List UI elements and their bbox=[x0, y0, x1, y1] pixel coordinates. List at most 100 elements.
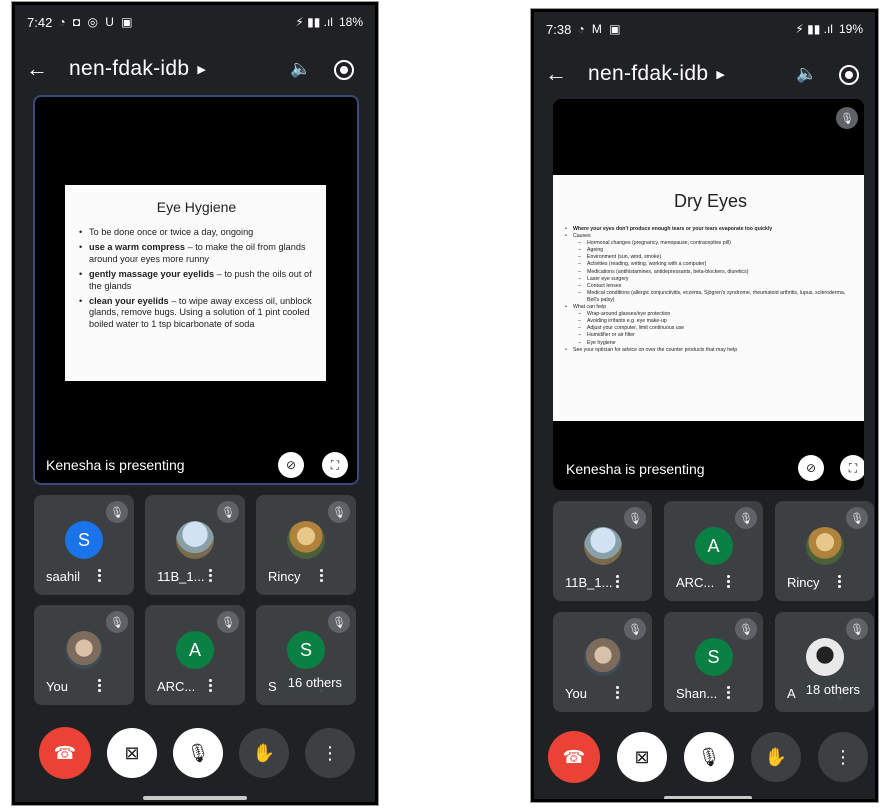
bullet-marker: – bbox=[578, 254, 581, 261]
slide-line: – Laser eye surgery bbox=[563, 276, 858, 283]
presentation-tile[interactable]: 🎙 Dry Eyes • Where your eyes don't produc… bbox=[553, 99, 864, 490]
slide-line-text: Laser eye surgery bbox=[587, 275, 629, 282]
back-arrow-icon[interactable]: ← bbox=[534, 61, 578, 87]
bullet-marker: – bbox=[578, 240, 581, 247]
participant-name: Rincy bbox=[787, 575, 820, 590]
participant-tile[interactable]: 🎙 A 18 others bbox=[775, 612, 874, 712]
avatar: A bbox=[694, 527, 733, 565]
slide-title: Dry Eyes bbox=[673, 191, 747, 211]
meeting-header: ← nen-fdak-idb ▶ bbox=[534, 54, 875, 94]
more-vert-icon[interactable] bbox=[725, 573, 731, 590]
participant-tile[interactable]: 🎙 Ssaahil bbox=[34, 495, 134, 595]
more-vert-icon[interactable] bbox=[207, 567, 213, 584]
more-vert-icon[interactable]: ⋮ bbox=[305, 728, 355, 778]
camera-switch-icon[interactable] bbox=[334, 60, 354, 80]
pin-off-icon[interactable]: ⊘ bbox=[798, 455, 824, 481]
slide-line: – Ageing bbox=[563, 247, 858, 254]
more-vert-icon[interactable] bbox=[614, 684, 620, 701]
bullet-dot: • bbox=[79, 296, 83, 307]
bullet-text: To be done once or twice a day, ongoing bbox=[89, 227, 254, 237]
slide-bullet: • use a warm compress – to make the oil f… bbox=[79, 242, 314, 265]
participant-tile[interactable]: 🎙 A ARC... bbox=[664, 501, 763, 601]
speaker-icon[interactable]: 🔈 bbox=[290, 59, 311, 79]
slide-line: – Humidifier or air filter bbox=[563, 332, 858, 339]
video-off-icon[interactable]: ⊠ bbox=[107, 728, 157, 778]
status-bar: 7:42 ◔ ◘ ◎ U ▣ ⚡ ▮▮ .ıl 18% bbox=[15, 5, 375, 39]
more-vert-icon[interactable] bbox=[96, 677, 102, 694]
slide-line: – Medical conditions (allergic conjunctiv… bbox=[563, 290, 858, 304]
shared-slide: Dry Eyes • Where your eyes don't produce … bbox=[553, 175, 864, 421]
caret-right-icon[interactable]: ▶ bbox=[716, 68, 724, 81]
participant-name: You bbox=[46, 679, 68, 694]
home-indicator[interactable] bbox=[664, 796, 752, 799]
more-vert-icon[interactable]: ⋮ bbox=[818, 732, 868, 782]
fullscreen-icon[interactable]: ⛶ bbox=[840, 455, 864, 481]
slide-line-text: Ageing bbox=[587, 247, 604, 254]
participant-tile[interactable]: 🎙 11B_1... bbox=[553, 501, 652, 601]
camera-switch-icon[interactable] bbox=[839, 65, 859, 85]
speaker-icon[interactable]: 🔈 bbox=[796, 64, 817, 84]
battery-level: 18% bbox=[338, 15, 363, 29]
slide-line-text: Where your eyes don't produce enough tea… bbox=[573, 226, 773, 232]
more-vert-icon[interactable] bbox=[836, 573, 842, 590]
meet-screen: 7:38 ◔ M ▣ ⚡ ▮▮ .ıl 19% ← nen-fdak-idb ▶… bbox=[534, 12, 875, 799]
participant-tile[interactable]: 🎙 You bbox=[34, 605, 134, 705]
home-indicator[interactable] bbox=[143, 796, 247, 800]
mic-off-icon: 🎙 bbox=[846, 618, 868, 640]
fullscreen-icon[interactable]: ⛶ bbox=[322, 452, 348, 478]
more-vert-icon[interactable] bbox=[207, 677, 213, 694]
end-call-icon[interactable]: ☎ bbox=[548, 731, 600, 783]
more-vert-icon[interactable] bbox=[725, 684, 731, 701]
raise-hand-icon[interactable]: ✋ bbox=[751, 732, 801, 782]
more-vert-icon[interactable] bbox=[96, 567, 102, 584]
more-vert-icon[interactable] bbox=[318, 567, 324, 584]
signal-icon: ⚡ ▮▮ .ıl bbox=[795, 22, 833, 36]
participant-tile[interactable]: 🎙 S Shan... bbox=[664, 612, 763, 712]
caret-right-icon[interactable]: ▶ bbox=[197, 63, 205, 76]
end-call-icon[interactable]: ☎ bbox=[39, 727, 91, 779]
slide-bullets: • To be done once or twice a day, ongoing… bbox=[79, 227, 314, 330]
others-count-chip[interactable]: 18 others bbox=[797, 678, 868, 701]
participant-tile[interactable]: 🎙 Rincy bbox=[256, 495, 356, 595]
video-off-icon[interactable]: ⊠ bbox=[617, 732, 667, 782]
slide-bullet: • To be done once or twice a day, ongoing bbox=[79, 227, 314, 238]
scrollbar[interactable] bbox=[357, 355, 359, 455]
meeting-code[interactable]: nen-fdak-idb bbox=[69, 57, 189, 81]
presentation-tile[interactable]: Eye Hygiene • To be done once or twice a … bbox=[33, 95, 359, 485]
avatar bbox=[805, 527, 844, 565]
participant-name: S bbox=[268, 679, 277, 694]
raise-hand-icon[interactable]: ✋ bbox=[239, 728, 289, 778]
slide-line-text: Contact lenses bbox=[587, 282, 622, 289]
bullet-marker: – bbox=[578, 311, 581, 318]
participant-tile[interactable]: 🎙 S S 16 others bbox=[256, 605, 356, 705]
phone-screenshot-left: 7:42 ◔ ◘ ◎ U ▣ ⚡ ▮▮ .ıl 18% ← nen-fdak-i… bbox=[11, 1, 379, 806]
others-count-chip[interactable]: 16 others bbox=[279, 671, 350, 694]
slide-line-text: Causes bbox=[573, 233, 591, 240]
notification-icons: ◔ M ▣ bbox=[577, 22, 623, 36]
bullet-marker: • bbox=[565, 226, 567, 232]
slide-line-text: Eye hygiene bbox=[587, 339, 616, 346]
mic-off-icon[interactable]: 🎙 bbox=[173, 728, 223, 778]
back-arrow-icon[interactable]: ← bbox=[15, 56, 59, 82]
participant-name: Rincy bbox=[268, 569, 301, 584]
avatar: S bbox=[65, 521, 103, 559]
mic-off-icon: 🎙 bbox=[846, 507, 868, 529]
slide-bullets: • Where your eyes don't produce enough te… bbox=[563, 226, 858, 354]
mic-off-icon[interactable]: 🎙 bbox=[684, 732, 734, 782]
mic-off-icon: 🎙 bbox=[735, 618, 757, 640]
more-vert-icon[interactable] bbox=[614, 573, 620, 590]
pin-off-icon[interactable]: ⊘ bbox=[278, 452, 304, 478]
participant-tile[interactable]: 🎙 You bbox=[553, 612, 652, 712]
participant-tile[interactable]: 🎙 Rincy bbox=[775, 501, 874, 601]
meeting-code[interactable]: nen-fdak-idb bbox=[588, 62, 708, 86]
slide-line-text: Wrap-around glasses/eye protection bbox=[587, 311, 671, 318]
slide-line-text: Avoiding irritants e.g. eye make-up bbox=[587, 318, 667, 325]
mic-off-icon: 🎙 bbox=[836, 107, 858, 129]
slide-line: – Contact lenses bbox=[563, 283, 858, 290]
participant-tile[interactable]: 🎙 A ARC... bbox=[145, 605, 245, 705]
slide-line: – Avoiding irritants e.g. eye make-up bbox=[563, 318, 858, 325]
mic-off-icon: 🎙 bbox=[735, 507, 757, 529]
scrollbar-thumb[interactable] bbox=[357, 355, 359, 381]
slide-line: – Wrap-around glasses/eye protection bbox=[563, 311, 858, 318]
participant-tile[interactable]: 🎙 11B_1... bbox=[145, 495, 245, 595]
